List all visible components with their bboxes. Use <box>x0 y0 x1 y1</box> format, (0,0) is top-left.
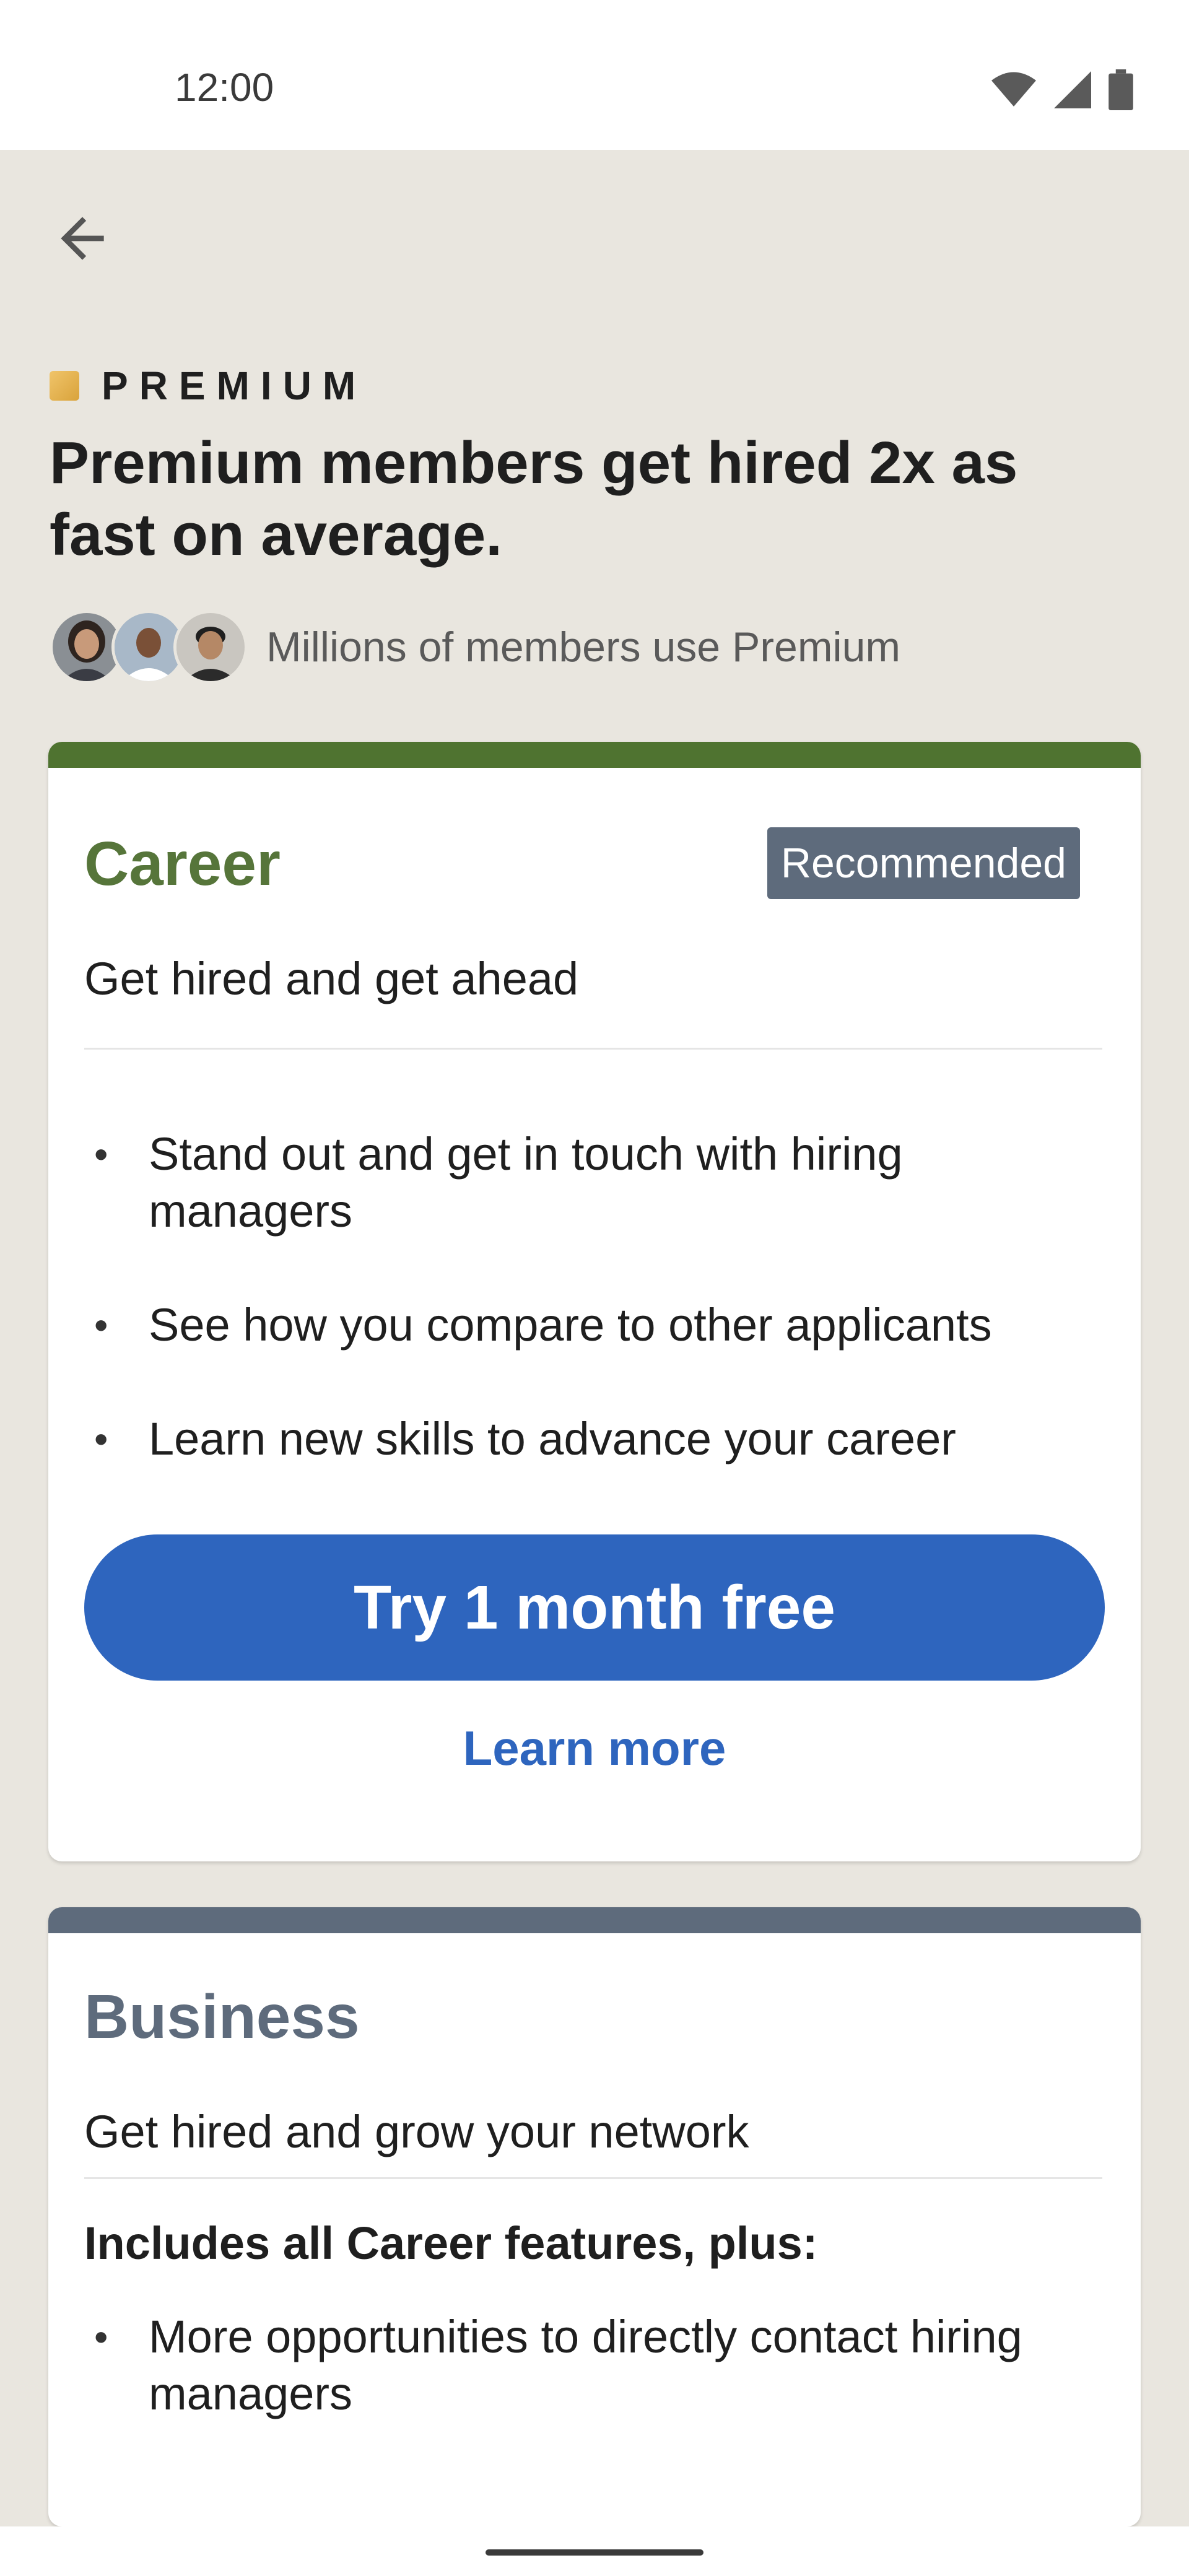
divider <box>84 1048 1102 1050</box>
wifi-icon <box>991 72 1036 107</box>
includes-heading: Includes all Career features, plus: <box>84 2217 818 2269</box>
plan-card-career: Career Recommended Get hired and get ahe… <box>48 742 1141 1861</box>
status-time: 12:00 <box>175 65 274 110</box>
page-title: Premium members get hired 2x as fast on … <box>50 430 1018 568</box>
back-button[interactable] <box>48 204 116 272</box>
list-item: See how you compare to other applicants <box>84 1297 1106 1354</box>
divider <box>84 2177 1102 2179</box>
arrow-back-icon <box>61 217 104 260</box>
feature-list: More opportunities to directly contact h… <box>84 2308 1106 2422</box>
plan-accent-bar <box>48 1907 1141 1933</box>
feature-list: Stand out and get in touch with hiring m… <box>84 1126 1106 1525</box>
home-gesture-handle[interactable] <box>486 2549 703 2556</box>
members-text: Millions of members use Premium <box>266 624 901 671</box>
premium-label: PREMIUM <box>102 363 367 408</box>
avatar-group <box>50 610 248 684</box>
plan-subtitle: Get hired and grow your network <box>84 2106 749 2157</box>
members-social-proof: Millions of members use Premium <box>50 610 900 684</box>
premium-brand: PREMIUM <box>50 363 367 409</box>
cellular-signal-icon <box>1054 71 1091 108</box>
recommended-badge: Recommended <box>767 827 1080 899</box>
battery-icon <box>1108 69 1133 110</box>
status-icons <box>991 68 1133 111</box>
list-item: Stand out and get in touch with hiring m… <box>84 1126 1106 1240</box>
plan-accent-bar <box>48 742 1141 768</box>
try-free-button[interactable]: Try 1 month free <box>84 1534 1105 1681</box>
plan-title: Career <box>84 829 281 899</box>
plan-subtitle: Get hired and get ahead <box>84 953 579 1004</box>
premium-logo-icon <box>50 371 79 401</box>
list-item: Learn new skills to advance your career <box>84 1411 1106 1468</box>
plan-title: Business <box>84 1982 360 2052</box>
avatar <box>173 610 248 684</box>
list-item: More opportunities to directly contact h… <box>84 2308 1106 2422</box>
learn-more-link[interactable]: Learn more <box>48 1720 1141 1777</box>
plan-card-business: Business Get hired and grow your network… <box>48 1907 1141 2526</box>
status-bar: 12:00 <box>0 0 1189 150</box>
